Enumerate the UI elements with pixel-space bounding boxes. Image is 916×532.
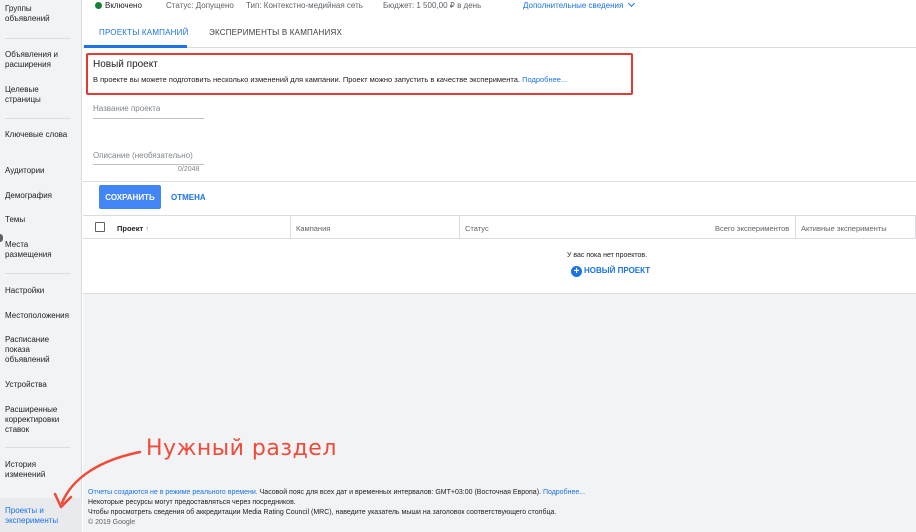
sidebar-item-ads-extensions[interactable]: Объявления и расширения bbox=[5, 50, 75, 70]
panel-divider bbox=[83, 181, 916, 182]
save-button[interactable]: СОХРАНИТЬ bbox=[99, 185, 161, 209]
sidebar-item-audiences[interactable]: Аудитории bbox=[5, 166, 75, 176]
footer-learn-more-link[interactable]: Подробнее... bbox=[543, 489, 585, 496]
sidebar-item-locations[interactable]: Местоположения bbox=[5, 311, 75, 321]
project-name-underline bbox=[93, 118, 204, 119]
sidebar-item-topics[interactable]: Темы bbox=[5, 215, 75, 225]
project-description-field[interactable]: Описание (необязательно) bbox=[93, 151, 193, 160]
footer: Отчеты создаются не в режиме реального в… bbox=[88, 488, 908, 518]
sidebar-item-settings[interactable]: Настройки bbox=[5, 286, 75, 296]
col-header-project-label: Проект bbox=[117, 224, 144, 233]
more-details-label: Дополнительные сведения bbox=[523, 1, 624, 10]
timezone-text: Часовой пояс для всех дат и временных ин… bbox=[259, 489, 541, 496]
new-project-description-text: В проекте вы можете подготовить нескольк… bbox=[93, 75, 520, 84]
new-project-description: В проекте вы можете подготовить нескольк… bbox=[93, 75, 567, 84]
sidebar-item-ad-schedule[interactable]: Расписание показа объявлений bbox=[5, 335, 75, 365]
sidebar-item-drafts-experiments[interactable]: Проекты и эксперименты bbox=[5, 506, 75, 526]
new-project-panel: Новый проект В проекте вы можете подгото… bbox=[83, 48, 916, 294]
tab-campaign-experiments[interactable]: ЭКСПЕРИМЕНТЫ В КАМПАНИЯХ bbox=[209, 28, 342, 37]
col-header-total-experiments[interactable]: Всего экспериментов bbox=[715, 224, 789, 233]
new-project-button-label: НОВЫЙ ПРОЕКТ bbox=[584, 266, 651, 275]
annotation-text: Нужный раздел bbox=[146, 436, 337, 461]
footer-line-2: Некоторые ресурсы могут предоставляться … bbox=[88, 499, 296, 506]
projects-table-header: Проект ↑ Кампания Статус Всего экспериме… bbox=[83, 215, 916, 239]
more-details-link[interactable]: Дополнительные сведения bbox=[523, 0, 636, 10]
sidebar-divider bbox=[5, 118, 70, 119]
status-enabled-label: Включено bbox=[105, 1, 142, 10]
sidebar-item-placements[interactable]: Места размещения bbox=[5, 240, 75, 260]
project-name-field[interactable]: Название проекта bbox=[93, 104, 160, 113]
sidebar-item-landing-pages[interactable]: Целевые страницы bbox=[5, 85, 75, 105]
col-header-active-experiments[interactable]: Активные эксперименты bbox=[801, 224, 887, 233]
status-dot-icon bbox=[95, 2, 102, 9]
status-type: Тип: Контекстно-медийная сеть bbox=[246, 1, 363, 10]
new-project-button[interactable]: + НОВЫЙ ПРОЕКТ bbox=[571, 266, 650, 277]
chevron-down-icon bbox=[628, 0, 636, 8]
project-description-underline bbox=[93, 164, 204, 165]
sidebar-item-change-history[interactable]: История изменений bbox=[5, 460, 75, 480]
column-divider bbox=[795, 216, 796, 238]
tab-campaign-drafts[interactable]: ПРОЕКТЫ КАМПАНИЙ bbox=[99, 28, 189, 37]
status-moderation: Статус: Допущено bbox=[166, 1, 234, 10]
footer-line-3: Чтобы просмотреть сведения об аккредитац… bbox=[88, 509, 557, 516]
campaign-status-bar: Включено Статус: Допущено Тип: Контекстн… bbox=[83, 0, 916, 14]
realtime-reports-link[interactable]: Отчеты создаются не в режиме реального в… bbox=[88, 489, 258, 496]
sidebar-divider bbox=[5, 38, 70, 39]
char-counter: 0/2048 bbox=[178, 166, 200, 173]
column-divider bbox=[459, 216, 460, 238]
cancel-button[interactable]: ОТМЕНА bbox=[167, 185, 210, 209]
col-header-status[interactable]: Статус bbox=[465, 224, 489, 233]
sidebar-divider bbox=[5, 273, 70, 274]
sidebar-item-bid-adjustments[interactable]: Расширенные корректировки ставок bbox=[5, 405, 75, 435]
col-header-project[interactable]: Проект ↑ bbox=[117, 224, 149, 233]
sidebar-scroll-handle[interactable] bbox=[0, 234, 3, 242]
status-budget: Бюджет: 1 500,00 ₽ в день bbox=[383, 1, 482, 10]
copyright: © 2019 Google bbox=[88, 519, 136, 526]
sidebar: Группы объявлений Объявления и расширени… bbox=[0, 0, 82, 532]
new-project-title: Новый проект bbox=[93, 59, 158, 70]
sidebar-item-devices[interactable]: Устройства bbox=[5, 380, 75, 390]
empty-state-text: У вас пока нет проектов. bbox=[567, 252, 648, 259]
sort-arrow-up-icon: ↑ bbox=[145, 224, 149, 233]
sidebar-divider bbox=[5, 447, 70, 448]
footer-line-1: Отчеты создаются не в режиме реального в… bbox=[88, 488, 908, 498]
column-divider bbox=[290, 216, 291, 238]
sidebar-item-ad-groups[interactable]: Группы объявлений bbox=[5, 4, 75, 24]
col-header-campaign[interactable]: Кампания bbox=[296, 224, 330, 233]
plus-icon: + bbox=[571, 266, 582, 277]
sidebar-item-keywords[interactable]: Ключевые слова bbox=[5, 130, 75, 140]
highlight-box bbox=[86, 53, 633, 95]
status-enabled[interactable]: Включено bbox=[95, 1, 142, 10]
sidebar-item-demographics[interactable]: Демография bbox=[5, 191, 75, 201]
select-all-checkbox[interactable] bbox=[95, 222, 105, 232]
tab-bar: ПРОЕКТЫ КАМПАНИЙ ЭКСПЕРИМЕНТЫ В КАМПАНИЯ… bbox=[83, 14, 916, 48]
learn-more-link[interactable]: Подробнее... bbox=[522, 75, 567, 84]
